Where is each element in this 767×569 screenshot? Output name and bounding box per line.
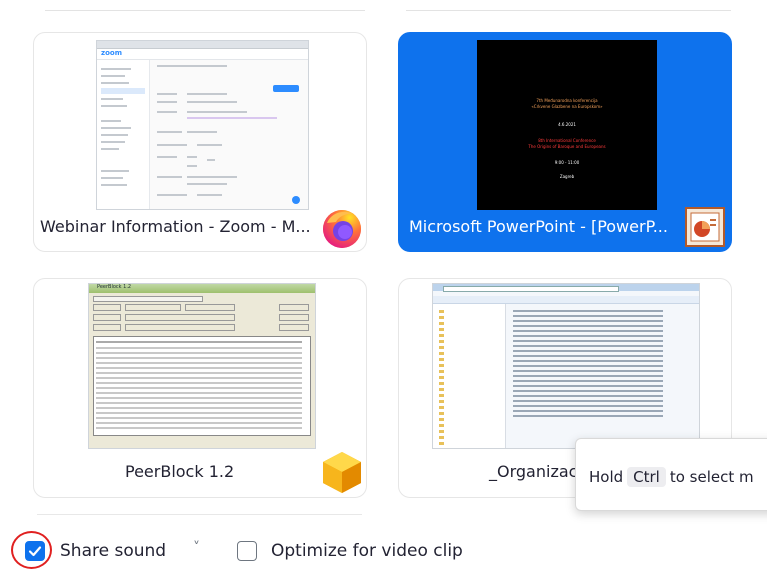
optimize-video-checkbox[interactable] [237,541,257,561]
options-divider [37,514,362,515]
share-window-card-zoom[interactable]: zoom Webinar Information - Zoom - M... [33,32,367,252]
share-sound-label[interactable]: Share sound [60,541,166,561]
firefox-icon [323,210,361,248]
tooltip-suffix: to select m [669,468,754,486]
window-thumbnail-powerpoint: 7th Međunarodna konferencija «Crkvene Gl… [477,40,657,210]
optimize-video-label[interactable]: Optimize for video clip [271,541,463,561]
share-window-card-peerblock[interactable]: PeerBlock 1.2 PeerBlock 1.2 [33,278,367,498]
ctrl-multi-select-tooltip: Hold Ctrl to select m [575,438,767,511]
top-divider-right [406,10,731,11]
top-divider-left [45,10,365,11]
window-thumbnail-peerblock: PeerBlock 1.2 [88,283,316,449]
zoom-logo: zoom [101,49,122,57]
window-thumbnail-explorer [432,283,700,449]
highlight-circle [11,531,52,569]
card-label: Webinar Information - Zoom - M... [40,217,311,236]
ctrl-key-badge: Ctrl [627,467,666,487]
powerpoint-icon [685,207,725,247]
tooltip-prefix: Hold [589,468,624,486]
share-sound-dropdown-chevron-icon[interactable]: ˅ [193,540,200,556]
share-window-card-powerpoint[interactable]: 7th Međunarodna konferencija «Crkvene Gl… [398,32,732,252]
peerblock-icon [323,452,361,493]
window-thumbnail-zoom: zoom [96,40,309,210]
card-label: _Organizac [489,462,578,481]
card-label: PeerBlock 1.2 [125,462,235,481]
card-label: Microsoft PowerPoint - [PowerP... [409,217,668,236]
